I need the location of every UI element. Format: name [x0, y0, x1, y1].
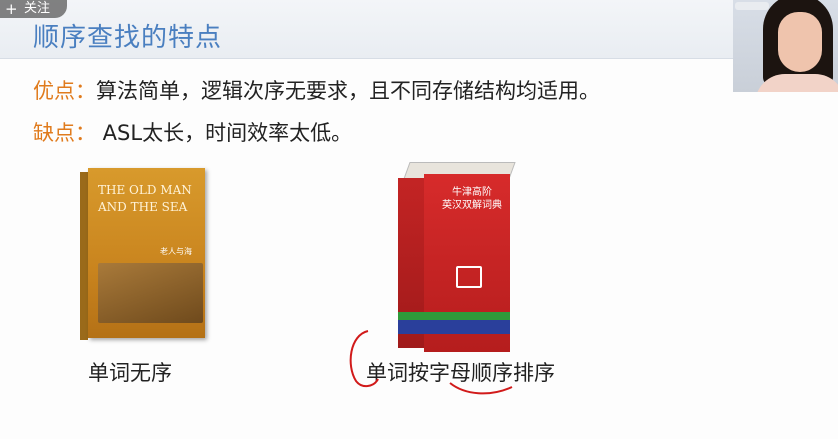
book-cover-illustration [98, 263, 203, 323]
follow-label: 关注 [24, 1, 51, 16]
book-stripe-blue [398, 320, 510, 334]
disadvantage-text: ASL太长，时间效率太低。 [96, 121, 353, 145]
caption-unordered: 单词无序 [88, 361, 172, 385]
dictionary-emblem-icon [456, 266, 482, 288]
book-title-line1: THE OLD MAN [98, 183, 192, 197]
old-man-and-the-sea-book-image: THE OLD MAN AND THE SEA 老人与海 [80, 168, 205, 340]
dictionary-title: 牛津高阶英汉双解词典 [442, 186, 502, 212]
book-stripe-green [398, 312, 510, 320]
follow-button[interactable]: + 关注 [0, 0, 67, 18]
advantage-text: 算法简单，逻辑次序无要求，且不同存储结构均适用。 [96, 79, 600, 103]
book-cover: THE OLD MAN AND THE SEA 老人与海 [88, 168, 205, 338]
book-title-en: THE OLD MAN AND THE SEA [98, 182, 192, 216]
oxford-dictionary-book-image: 牛津高阶英汉双解词典 [398, 162, 516, 352]
dictionary-title-line1: 牛津高阶 [452, 187, 492, 198]
plus-icon: + [5, 0, 18, 18]
slide: 顺序查找的特点 优点：算法简单，逻辑次序无要求，且不同存储结构均适用。 缺点： … [0, 0, 838, 439]
book-title-cn: 老人与海 [160, 247, 192, 256]
advantage-line: 优点：算法简单，逻辑次序无要求，且不同存储结构均适用。 [33, 75, 600, 105]
dictionary-title-line2: 英汉双解词典 [442, 200, 502, 211]
disadvantage-line: 缺点： ASL太长，时间效率太低。 [33, 117, 352, 147]
caption-ordered: 单词按字母顺序排序 [366, 361, 555, 385]
slide-title-bar: 顺序查找的特点 [0, 0, 838, 59]
advantage-key: 优点： [33, 79, 96, 103]
book-spine [80, 172, 88, 340]
disadvantage-key: 缺点： [33, 121, 96, 145]
book-title-line2: AND THE SEA [98, 200, 188, 214]
webcam-overlay[interactable] [733, 0, 838, 92]
slide-title: 顺序查找的特点 [33, 23, 223, 53]
presenter-face [778, 12, 822, 72]
webcam-drag-handle[interactable] [735, 2, 769, 10]
